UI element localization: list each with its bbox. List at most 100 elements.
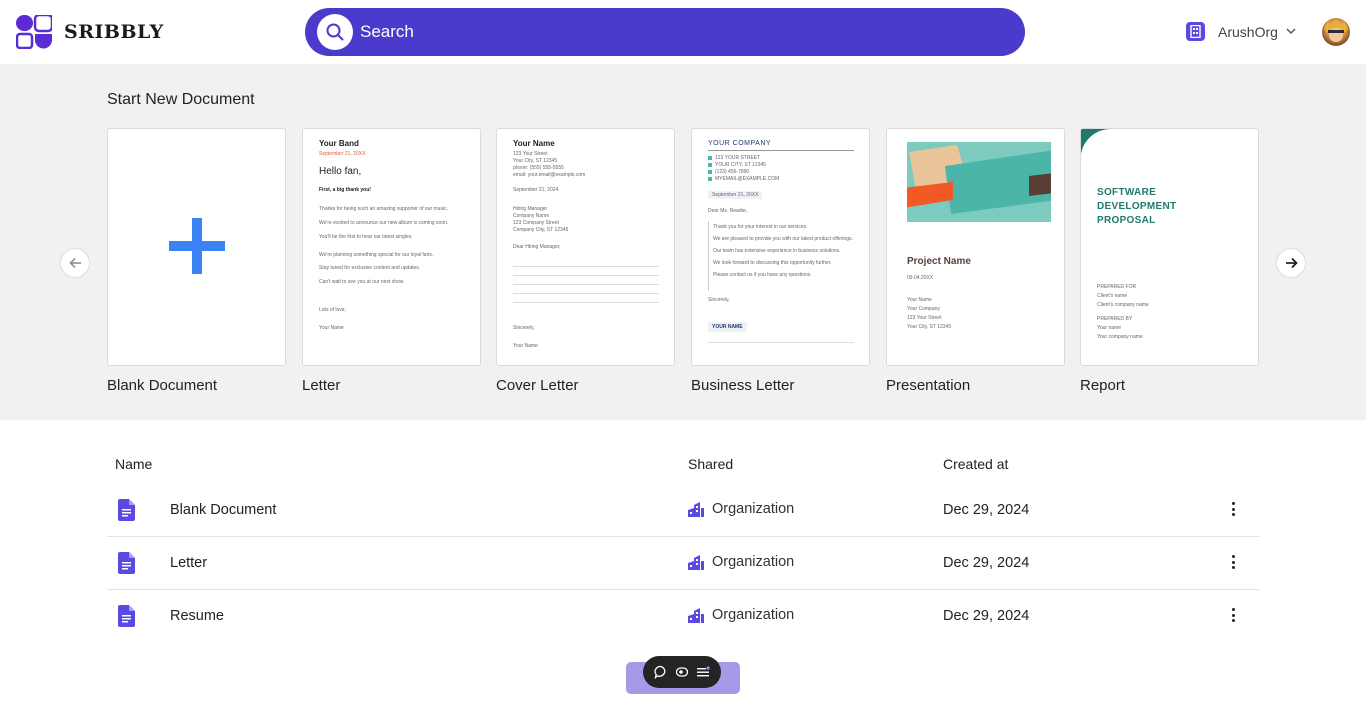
preview-rule xyxy=(708,150,854,151)
brand-name: SRIBBLY xyxy=(64,21,164,43)
template-label-blank[interactable]: Blank Document xyxy=(107,377,217,394)
template-card-presentation[interactable]: Project Name 09.04.20XX Your Name Your C… xyxy=(886,128,1065,366)
template-card-letter[interactable]: Your Band September 21, 20XX Hello fan, … xyxy=(302,128,481,366)
column-header-created[interactable]: Created at xyxy=(943,456,1008,472)
bullet-icon xyxy=(708,177,712,181)
preview-text: 123 Company Street xyxy=(513,220,559,226)
row-shared: Organization xyxy=(688,554,794,570)
document-icon xyxy=(118,499,135,521)
row-shared: Organization xyxy=(688,607,794,623)
document-icon xyxy=(118,605,135,627)
top-bar: SRIBBLY Search ArushOrg xyxy=(0,0,1366,64)
template-label-report[interactable]: Report xyxy=(1080,377,1125,394)
arrow-left-icon xyxy=(68,257,81,269)
preview-text: email: your.email@example.com xyxy=(513,172,586,178)
search-bar[interactable]: Search xyxy=(305,8,1025,56)
template-card-report[interactable]: SOFTWARE DEVELOPMENT PROPOSAL PREPARED F… xyxy=(1080,128,1259,366)
template-label-business-letter[interactable]: Business Letter xyxy=(691,377,794,394)
preview-text: Dear Ms. Reader, xyxy=(708,208,748,214)
building-icon xyxy=(1186,22,1205,41)
preview-text: First, a big thank you! xyxy=(319,187,371,193)
row-shared-label: Organization xyxy=(712,554,795,570)
column-header-shared[interactable]: Shared xyxy=(688,456,733,472)
template-label-cover-letter[interactable]: Cover Letter xyxy=(496,377,579,394)
preview-text: Your Name xyxy=(907,297,932,303)
preview-text: 123 Your Street xyxy=(513,151,548,157)
search-label[interactable]: Search xyxy=(360,22,414,42)
preview-rule xyxy=(513,293,659,294)
preview-text: PROPOSAL xyxy=(1097,215,1156,226)
template-gallery: Start New Document Blank Document Your B… xyxy=(0,64,1366,420)
search-button[interactable] xyxy=(317,14,353,50)
preview-text: September 21, 2024 xyxy=(513,187,559,193)
template-card-blank[interactable] xyxy=(107,128,286,366)
preview-text: September 21, 20XX xyxy=(708,191,763,199)
row-name[interactable]: Resume xyxy=(170,608,224,624)
preview-text: Your company name xyxy=(1097,334,1143,340)
gallery-prev-button[interactable] xyxy=(60,248,90,278)
preview-text: We're excited to announce our new album … xyxy=(319,220,449,226)
column-header-name[interactable]: Name xyxy=(115,456,152,472)
bullet-icon xyxy=(708,156,712,160)
preview-text: Stay tuned for exclusive content and upd… xyxy=(319,265,421,271)
preview-text: Dear Hiring Manager, xyxy=(513,244,561,250)
eye-icon[interactable] xyxy=(675,665,689,679)
preview-text: Thanks for being such an amazing support… xyxy=(319,206,448,212)
preview-text: Your Name xyxy=(513,343,538,349)
plus-icon xyxy=(169,218,225,274)
preview-text: MYEMAIL@EXAMPLE.COM xyxy=(715,176,780,182)
chevron-down-icon[interactable] xyxy=(1286,28,1296,35)
gallery-next-button[interactable] xyxy=(1276,248,1306,278)
preview-text: Hiring Manager xyxy=(513,206,548,212)
preview-text: You'll be the first to hear our latest s… xyxy=(319,234,413,240)
org-name[interactable]: ArushOrg xyxy=(1218,24,1278,40)
preview-text: Your Company xyxy=(907,306,940,312)
comment-icon[interactable] xyxy=(654,665,668,679)
row-name[interactable]: Blank Document xyxy=(170,502,276,518)
bullet-icon xyxy=(708,163,712,167)
table-row[interactable]: Letter Organization Dec 29, 2024 xyxy=(107,537,1259,590)
preview-rule xyxy=(708,342,854,343)
more-options-icon[interactable] xyxy=(1226,605,1240,625)
row-date: Dec 29, 2024 xyxy=(943,608,1030,624)
bullet-icon xyxy=(708,170,712,174)
preview-text: Your City, ST 12345 xyxy=(513,158,558,164)
template-card-business-letter[interactable]: YOUR COMPANY 123 YOUR STREET YOUR CITY, … xyxy=(691,128,870,366)
preview-text: September 21, 20XX xyxy=(319,151,366,157)
preview-text: phone: (555) 555-5555 xyxy=(513,165,564,171)
gallery-title: Start New Document xyxy=(107,91,255,108)
presentation-cover-graphic xyxy=(907,142,1051,222)
table-row[interactable]: Resume Organization Dec 29, 2024 xyxy=(107,590,1259,643)
organization-icon xyxy=(688,501,704,517)
preview-text: Sincerely, xyxy=(708,297,730,303)
preview-text: We look forward to discussing this oppor… xyxy=(713,260,832,266)
preview-text: (123) 456-7890 xyxy=(715,169,750,175)
preview-text: Company Name xyxy=(513,213,550,219)
preview-text: 09.04.20XX xyxy=(907,275,934,281)
search-icon xyxy=(326,23,344,41)
preview-text: Your Band xyxy=(319,139,359,148)
user-avatar[interactable] xyxy=(1322,18,1350,46)
preview-text: Your Name xyxy=(319,325,344,331)
preview-text: YOUR CITY, ST 12345 xyxy=(715,162,766,168)
template-label-presentation[interactable]: Presentation xyxy=(886,377,970,394)
template-label-letter[interactable]: Letter xyxy=(302,377,340,394)
preview-text: SOFTWARE xyxy=(1097,187,1157,198)
preview-text: Your City, ST 12345 xyxy=(907,324,952,330)
document-icon xyxy=(118,552,135,574)
preview-text: Please contact us if you have any questi… xyxy=(713,272,812,278)
template-card-cover-letter[interactable]: Your Name 123 Your Street Your City, ST … xyxy=(496,128,675,366)
sribbly-logo-icon[interactable] xyxy=(16,15,52,49)
row-shared-label: Organization xyxy=(712,607,795,623)
more-options-icon[interactable] xyxy=(1226,552,1240,572)
more-options-icon[interactable] xyxy=(1226,499,1240,519)
row-date: Dec 29, 2024 xyxy=(943,555,1030,571)
menu-icon[interactable] xyxy=(696,665,710,679)
preview-rule xyxy=(513,284,659,285)
report-corner-graphic xyxy=(1081,129,1111,154)
preview-text: Your name xyxy=(1097,325,1121,331)
table-row[interactable]: Blank Document Organization Dec 29, 2024 xyxy=(107,484,1259,537)
org-switcher[interactable]: ArushOrg xyxy=(1186,22,1296,41)
row-name[interactable]: Letter xyxy=(170,555,207,571)
preview-text: We are pleased to provide you with our l… xyxy=(713,236,853,242)
